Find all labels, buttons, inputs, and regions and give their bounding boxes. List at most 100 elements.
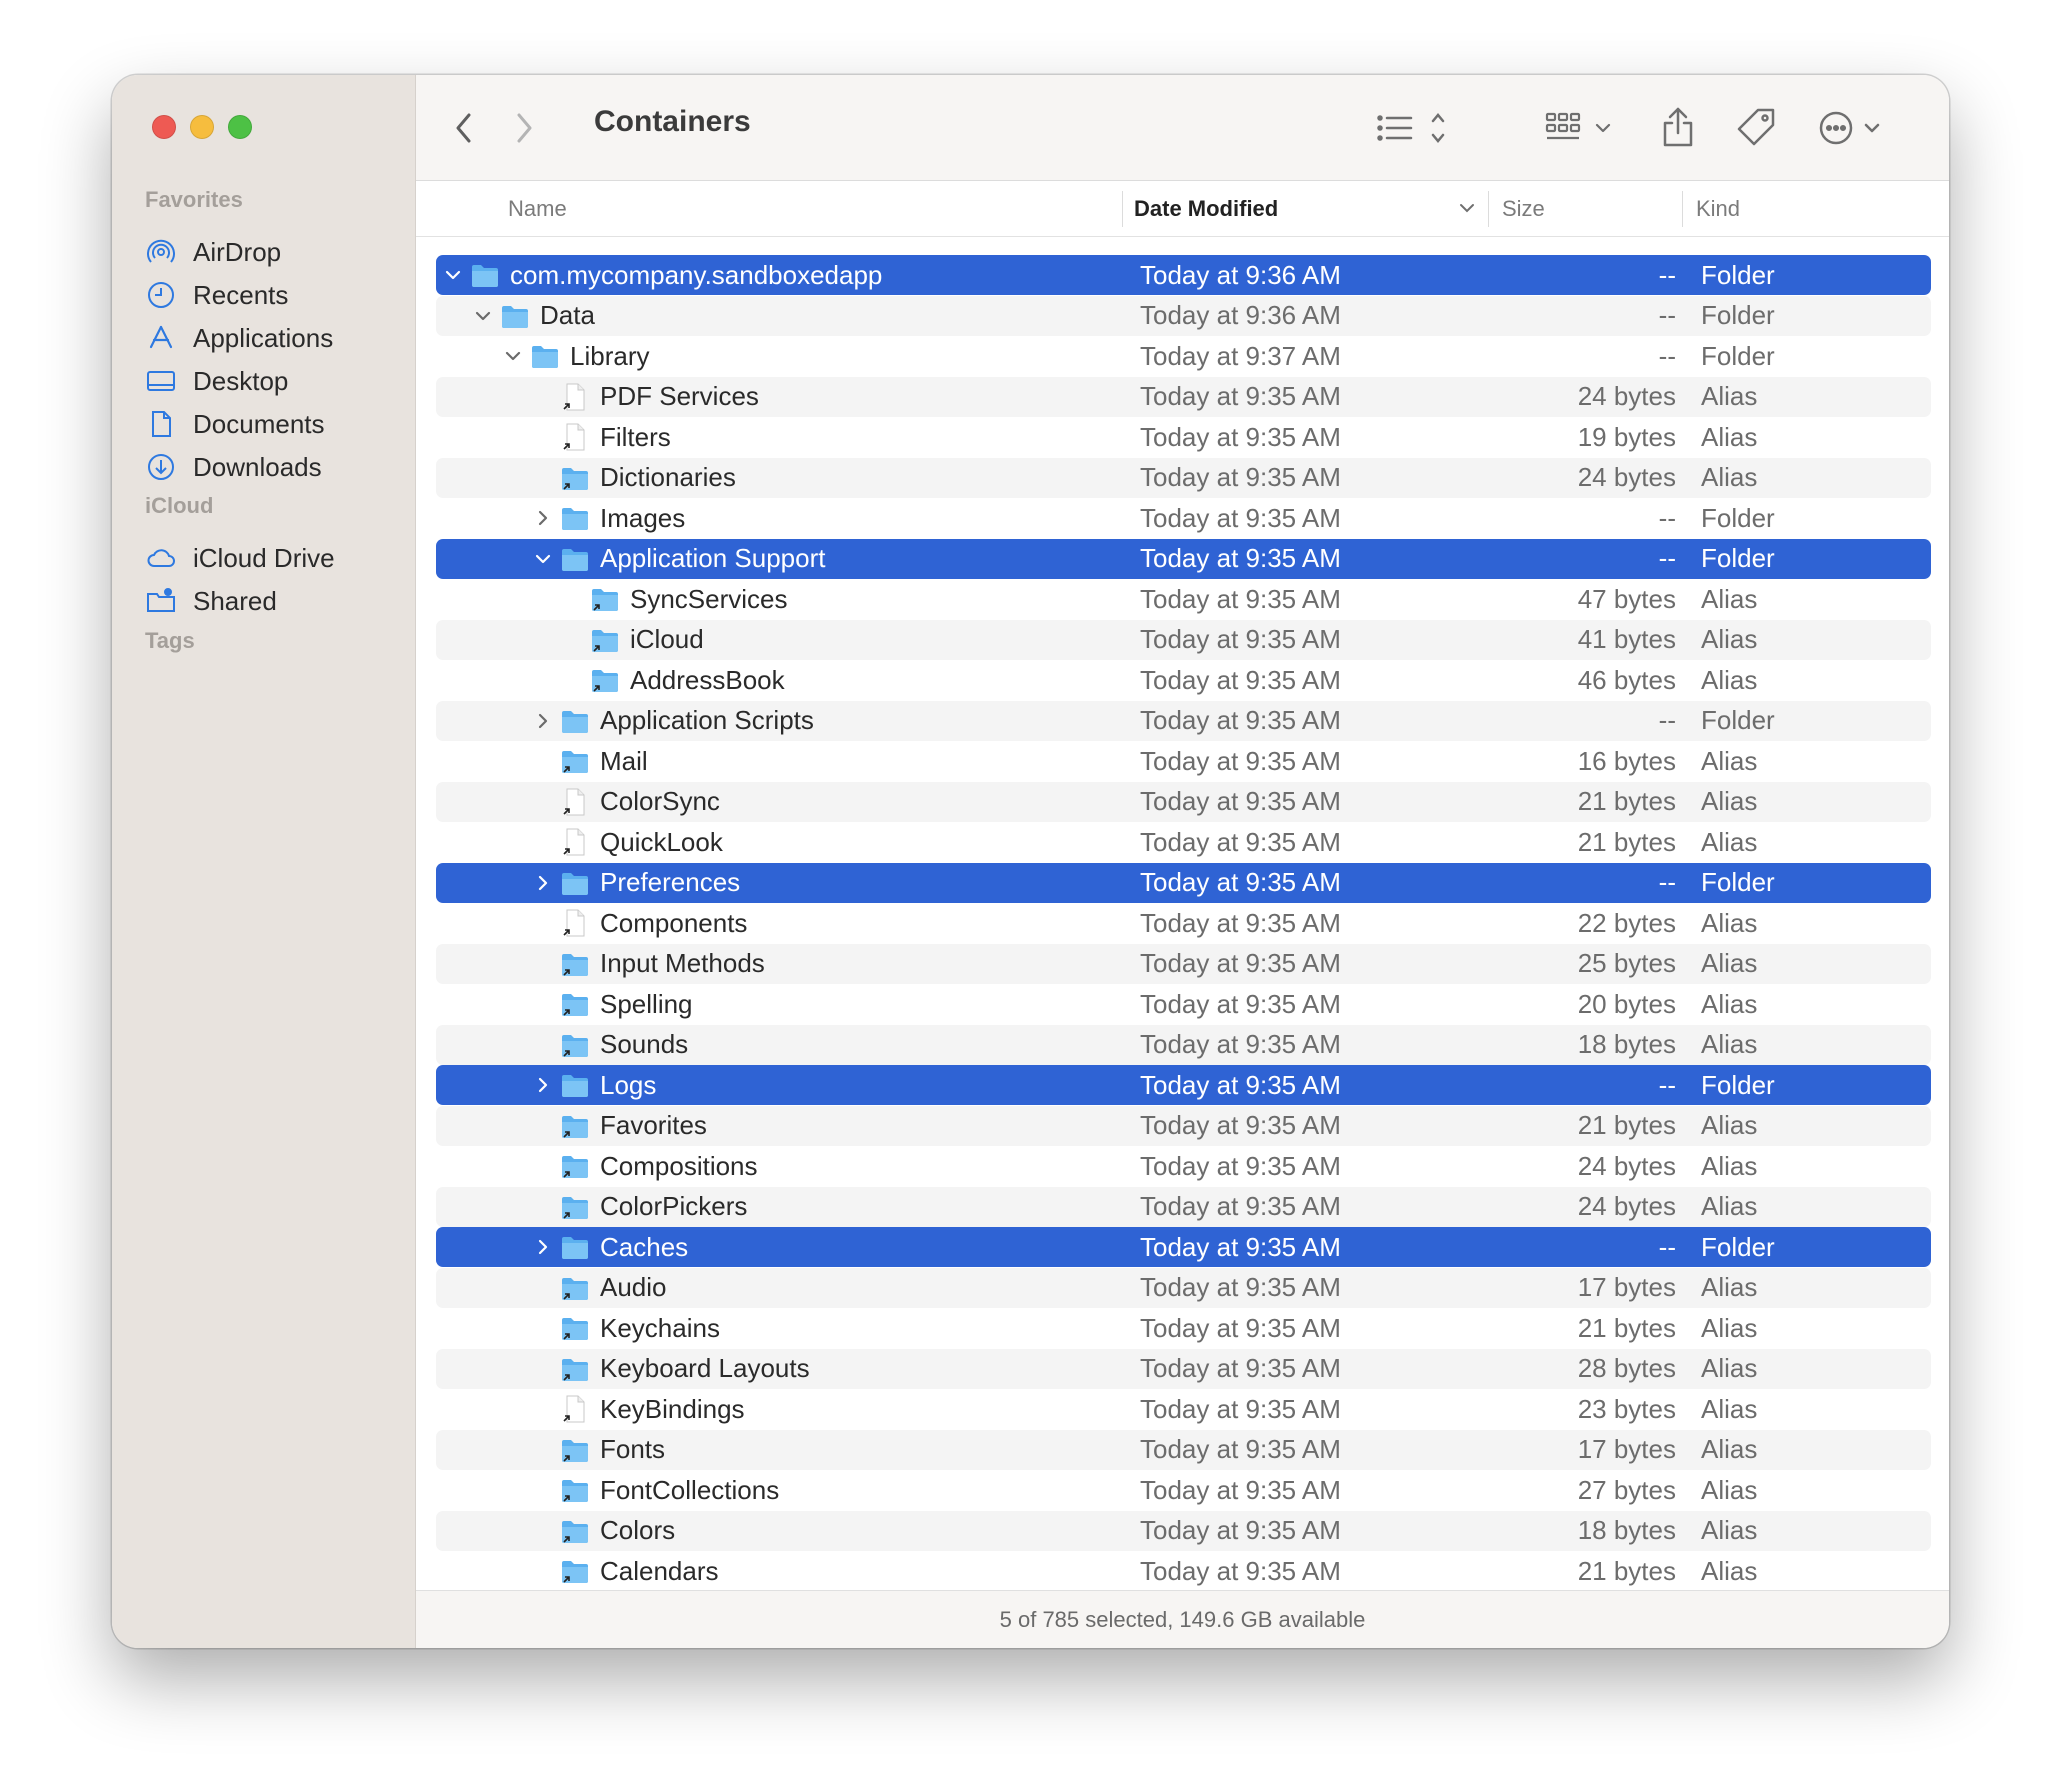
chevron-right-icon[interactable] [532,507,554,529]
table-row[interactable]: Calendars Today at 9:35 AM 21 bytes Alias [436,1551,1931,1590]
row-kind: Alias [1701,1434,1758,1464]
minimize-button[interactable] [190,115,214,139]
column-divider[interactable] [1682,191,1683,227]
chevron-down-icon[interactable] [502,345,524,367]
table-row[interactable]: SyncServices Today at 9:35 AM 47 bytes Alia… [436,579,1931,619]
table-row[interactable]: KeyBindings Today at 9:35 AM 23 bytes Alias [436,1389,1931,1429]
sidebar-item-icloud-drive[interactable]: iCloud Drive [145,538,405,578]
table-row[interactable]: com.mycompany.sandboxedapp Today at 9:36 … [436,255,1931,295]
row-name: Caches [600,1231,689,1262]
forward-button[interactable] [504,108,544,148]
table-row[interactable]: Images Today at 9:35 AM -- Folder [436,498,1931,538]
folder-icon [500,301,530,331]
table-row[interactable]: Keychains Today at 9:35 AM 21 bytes Alias [436,1308,1931,1348]
table-row[interactable]: Logs Today at 9:35 AM -- Folder [436,1065,1931,1105]
table-row[interactable]: Application Scripts Today at 9:35 AM -- Fol… [436,700,1931,741]
chevron-down-icon[interactable] [472,305,494,327]
row-size: -- [1658,867,1676,897]
row-size: 18 bytes [1577,1515,1676,1545]
zoom-button[interactable] [228,115,252,139]
sidebar: Favorites AirDrop Recents Applications D… [112,75,416,1648]
table-row[interactable]: FontCollections Today at 9:35 AM 27 bytes A… [436,1470,1931,1510]
row-name-cell: Compositions [532,1146,758,1186]
row-kind: Alias [1701,1110,1758,1140]
chevron-right-icon[interactable] [532,710,554,732]
table-row[interactable]: Filters Today at 9:35 AM 19 bytes Alias [436,417,1931,457]
alias-file-icon [560,908,590,938]
row-kind: Alias [1701,988,1758,1019]
table-row[interactable]: Spelling Today at 9:35 AM 20 bytes Alias [436,984,1931,1024]
table-row[interactable]: ColorSync Today at 9:35 AM 21 bytes Alias [436,781,1931,822]
sidebar-item-recents[interactable]: Recents [145,275,405,315]
back-button[interactable] [444,108,484,148]
row-kind: Alias [1701,745,1758,776]
row-kind: Alias [1701,462,1758,492]
column-header-name[interactable]: Name [508,181,567,237]
row-date: Today at 9:35 AM [1140,907,1341,938]
table-row[interactable]: Fonts Today at 9:35 AM 17 bytes Alias [436,1429,1931,1470]
table-row[interactable]: Data Today at 9:36 AM -- Folder [436,295,1931,336]
table-row[interactable]: Preferences Today at 9:35 AM -- Folder [436,862,1931,903]
table-row[interactable]: PDF Services Today at 9:35 AM 24 bytes Alia… [436,376,1931,417]
row-date: Today at 9:37 AM [1140,340,1341,371]
alias-folder-icon [560,1030,590,1060]
alias-file-icon [560,382,590,412]
sidebar-item-shared[interactable]: Shared [145,581,405,621]
file-list: com.mycompany.sandboxedapp Today at 9:36 … [416,237,1949,1590]
table-row[interactable]: Caches Today at 9:35 AM -- Folder [436,1227,1931,1267]
chevron-down-icon[interactable] [442,264,464,286]
table-row[interactable]: Keyboard Layouts Today at 9:35 AM 28 bytes… [436,1348,1931,1389]
chevron-down-icon[interactable] [532,548,554,570]
row-name-cell: Caches [532,1227,688,1267]
table-row[interactable]: iCloud Today at 9:35 AM 41 bytes Alias [436,619,1931,660]
table-row[interactable]: Mail Today at 9:35 AM 16 bytes Alias [436,741,1931,781]
sidebar-item-applications[interactable]: Applications [145,318,405,358]
row-date: Today at 9:35 AM [1140,1474,1341,1505]
table-row[interactable]: Library Today at 9:37 AM -- Folder [436,336,1931,376]
table-row[interactable]: AddressBook Today at 9:35 AM 46 bytes Alias [436,660,1931,700]
chevron-right-icon[interactable] [532,1074,554,1096]
column-divider[interactable] [1488,191,1489,227]
row-name-cell: Keychains [532,1308,720,1348]
table-row[interactable]: Colors Today at 9:35 AM 18 bytes Alias [436,1510,1931,1551]
view-options-button[interactable] [1374,103,1454,153]
row-size: -- [1658,259,1676,290]
column-header-size[interactable]: Size [1502,181,1545,237]
table-row[interactable]: Dictionaries Today at 9:35 AM 24 bytes Alia… [436,457,1931,498]
table-row[interactable]: Application Support Today at 9:35 AM -- Fol… [436,538,1931,579]
sidebar-item-downloads[interactable]: Downloads [145,447,405,487]
row-kind: Alias [1701,1312,1758,1343]
column-header-label: Date Modified [1134,196,1279,221]
row-name: PDF Services [600,381,759,411]
document-icon [145,408,177,440]
table-row[interactable]: Compositions Today at 9:35 AM 24 bytes Alia… [436,1146,1931,1186]
row-date: Today at 9:35 AM [1140,1150,1341,1181]
table-row[interactable]: Components Today at 9:35 AM 22 bytes Alias [436,903,1931,943]
chevron-right-icon[interactable] [532,872,554,894]
table-row[interactable]: Audio Today at 9:35 AM 17 bytes Alias [436,1267,1931,1308]
table-row[interactable]: QuickLook Today at 9:35 AM 21 bytes Alias [436,822,1931,862]
row-date: Today at 9:35 AM [1140,1231,1341,1262]
action-menu-button[interactable] [1816,103,1888,153]
table-row[interactable]: Sounds Today at 9:35 AM 18 bytes Alias [436,1024,1931,1065]
shared-folder-icon [145,585,177,617]
row-kind: Alias [1701,583,1758,614]
table-row[interactable]: ColorPickers Today at 9:35 AM 24 bytes Alia… [436,1186,1931,1227]
sidebar-item-airdrop[interactable]: AirDrop [145,232,405,272]
group-by-button[interactable] [1544,103,1620,153]
close-button[interactable] [152,115,176,139]
column-header-kind[interactable]: Kind [1696,181,1740,237]
column-divider[interactable] [1122,191,1123,227]
table-row[interactable]: Input Methods Today at 9:35 AM 25 bytes Ali… [436,943,1931,984]
column-header-date-modified[interactable]: Date Modified [1134,181,1486,237]
table-row[interactable]: Favorites Today at 9:35 AM 21 bytes Alias [436,1105,1931,1146]
alias-folder-icon [560,1111,590,1141]
chevron-right-icon[interactable] [532,1236,554,1258]
status-bar: 5 of 785 selected, 149.6 GB available [416,1590,1949,1648]
sidebar-item-desktop[interactable]: Desktop [145,361,405,401]
tag-button[interactable] [1732,101,1780,153]
share-button[interactable] [1656,101,1700,153]
sidebar-item-documents[interactable]: Documents [145,404,405,444]
